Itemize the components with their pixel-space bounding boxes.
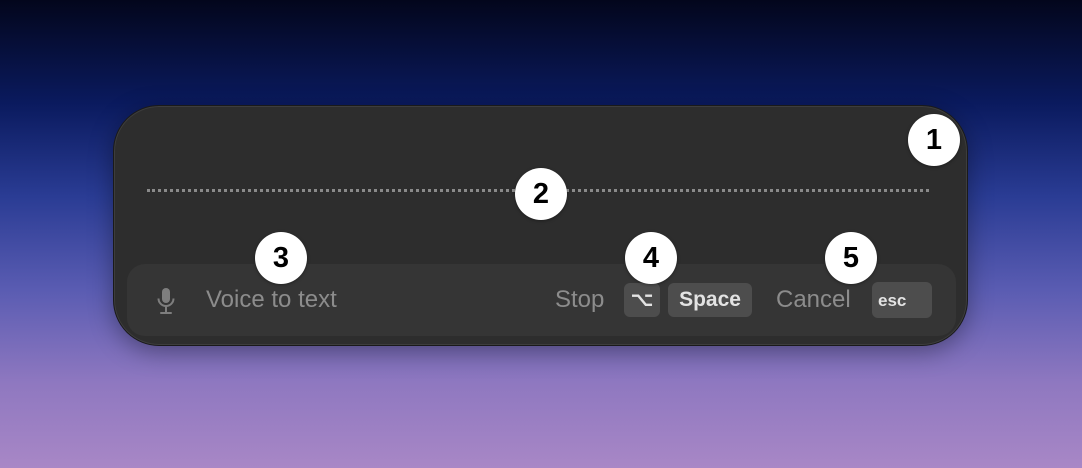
callout-marker-1: 1 — [908, 114, 960, 166]
space-key-badge: Space — [668, 283, 752, 317]
callout-marker-5: 5 — [825, 232, 877, 284]
esc-key-badge: esc — [872, 282, 932, 318]
callout-marker-3: 3 — [255, 232, 307, 284]
stop-button[interactable]: Stop — [555, 285, 604, 315]
microphone-icon — [157, 288, 175, 314]
voice-to-text-hint: Voice to text — [206, 286, 337, 313]
callout-marker-4: 4 — [625, 232, 677, 284]
callout-marker-2: 2 — [515, 168, 567, 220]
option-key-badge: ⌥ — [624, 283, 660, 317]
cancel-button[interactable]: Cancel — [776, 285, 851, 315]
